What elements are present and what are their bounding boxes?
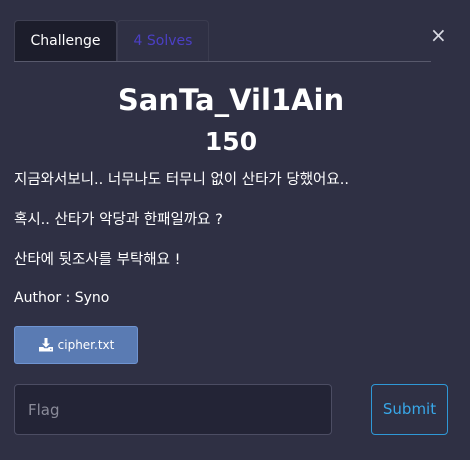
challenge-title: SanTa_Vil1Ain: [117, 83, 345, 117]
flag-input[interactable]: [14, 384, 332, 435]
challenge-tabs: Challenge 4 Solves: [14, 20, 431, 62]
submit-button[interactable]: Submit: [371, 384, 448, 435]
file-name: cipher.txt: [57, 338, 115, 352]
challenge-value: 150: [204, 127, 258, 156]
description-line-2: 혹시.. 산타가 악당과 한패일까요 ?: [14, 212, 223, 228]
tab-challenge[interactable]: Challenge: [14, 20, 117, 61]
tab-solves[interactable]: 4 Solves: [117, 20, 209, 61]
download-icon: [38, 337, 54, 353]
description-line-1: 지금와서보니.. 너무나도 터무니 없이 산타가 당했어요..: [14, 172, 349, 188]
file-download-button[interactable]: cipher.txt: [14, 326, 138, 364]
close-icon[interactable]: ×: [430, 24, 447, 46]
challenge-author: Author : Syno: [14, 290, 110, 306]
description-line-3: 산타에 뒷조사를 부탁해요 !: [14, 252, 181, 268]
